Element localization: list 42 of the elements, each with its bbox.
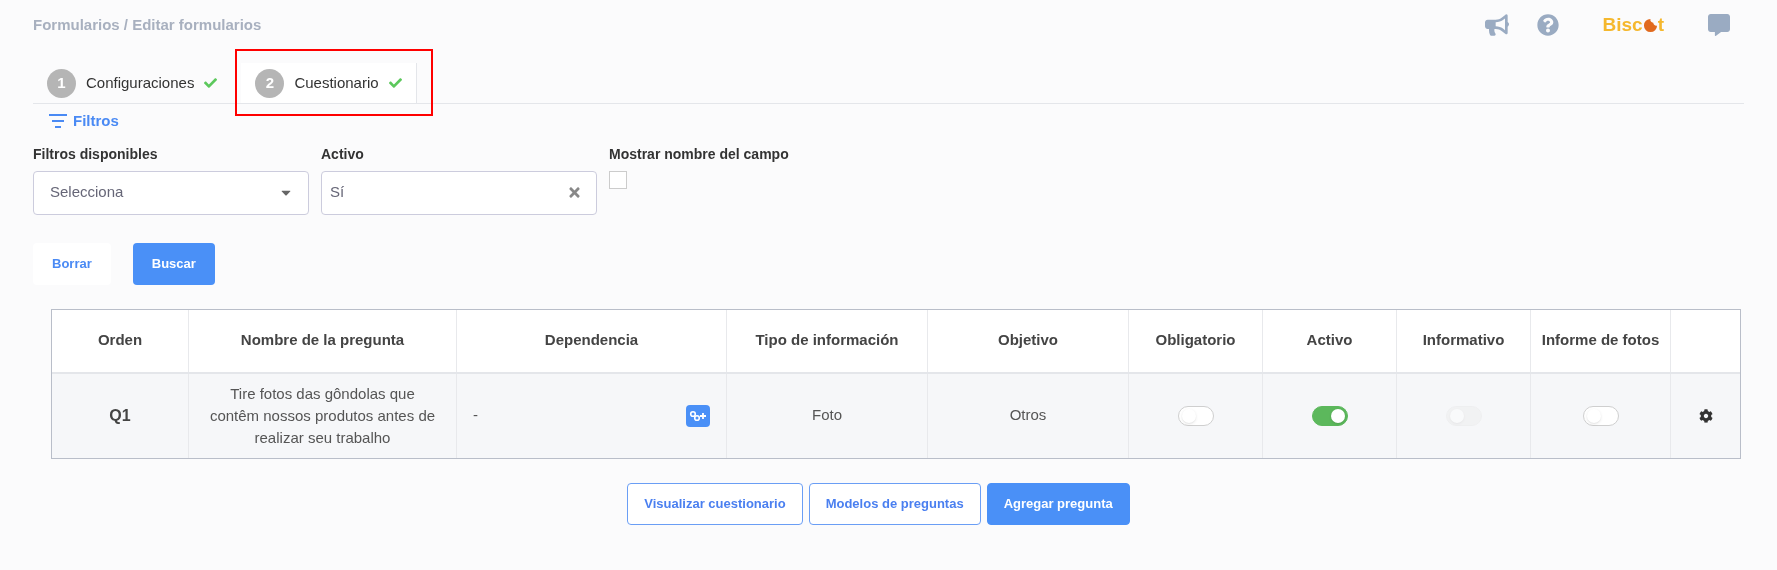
chat-icon[interactable]	[1708, 14, 1730, 36]
action-button[interactable]: Visualizar cuestionario	[627, 482, 803, 525]
toggle-switch[interactable]	[1177, 405, 1214, 426]
step-tab[interactable]: 2 Cuestionario	[241, 63, 417, 103]
toggle-switch[interactable]	[1311, 405, 1348, 426]
select-field[interactable]: Sí	[321, 170, 597, 215]
clear-button[interactable]: Borrar	[33, 242, 111, 285]
table-cell-text: Q1	[109, 405, 131, 426]
select-field[interactable]: Selecciona	[33, 170, 309, 215]
link-plus-icon	[689, 409, 707, 422]
search-button[interactable]: Buscar	[132, 242, 215, 285]
field-label: Activo	[321, 144, 365, 164]
column-header: Informe de fotos	[1541, 330, 1660, 351]
table-cell-text: -	[473, 405, 478, 426]
field-label: Mostrar nombre del campo	[609, 144, 790, 164]
filters-toggle[interactable]: Filtros	[48, 110, 119, 133]
field-label: Filtros disponibles	[33, 144, 159, 164]
clear-icon[interactable]	[569, 185, 580, 200]
add-question-button[interactable]: Agregar pregunta	[986, 482, 1130, 525]
step-tab[interactable]: 1 Configuraciones	[33, 63, 232, 103]
column-header: Orden	[97, 330, 143, 351]
action-button[interactable]: Modelos de preguntas	[808, 482, 981, 525]
toggle-switch[interactable]	[1582, 405, 1619, 426]
check-icon	[388, 75, 402, 91]
column-header: Objetivo	[998, 330, 1058, 351]
column-header: Tipo de información	[755, 330, 899, 351]
help-icon[interactable]	[1536, 14, 1559, 36]
table-cell-text: Tire fotos das gôndolas que contêm nossos produtos antes de realizar seu trabalho	[208, 383, 437, 448]
table-cell-text: Foto	[812, 405, 842, 426]
column-header: Nombre de la pregunta	[240, 330, 405, 351]
megaphone-icon[interactable]	[1484, 13, 1509, 37]
table-cell-text: Otros	[1009, 405, 1047, 426]
breadcrumb: Formularios / Editar formularios	[33, 14, 262, 35]
settings-icon[interactable]	[1698, 408, 1713, 423]
check-icon	[204, 75, 218, 91]
column-header: Dependencia	[544, 330, 639, 351]
column-header: Activo	[1306, 330, 1353, 351]
column-header: Obligatorio	[1155, 330, 1236, 351]
column-header: Informativo	[1422, 330, 1505, 351]
checkbox[interactable]	[609, 170, 627, 189]
add-dependency-button[interactable]	[686, 404, 710, 427]
filter-icon	[48, 113, 68, 130]
